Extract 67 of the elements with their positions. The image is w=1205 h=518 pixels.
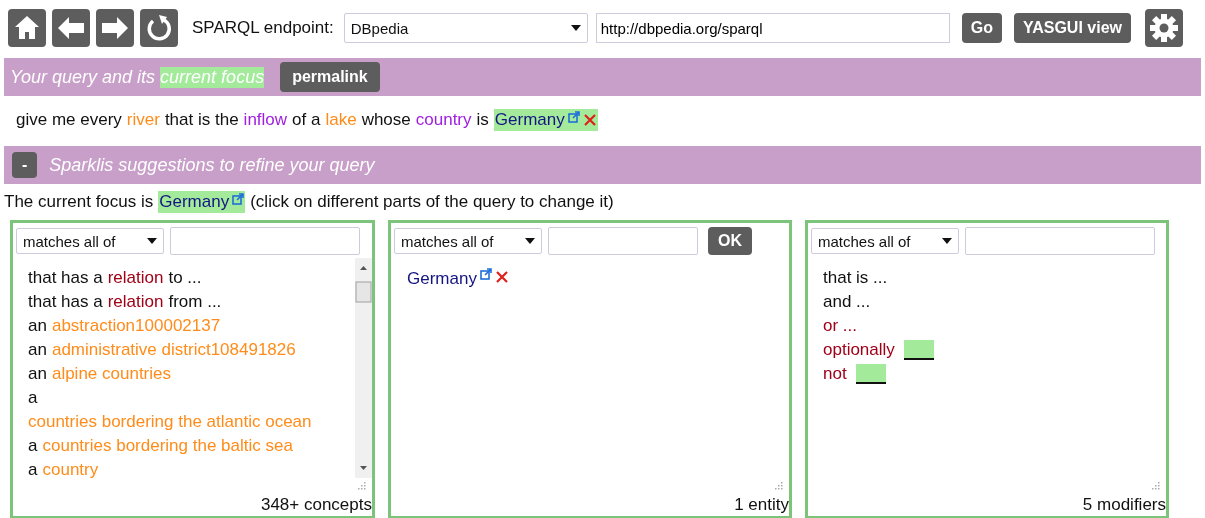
endpoint-label: SPARQL endpoint:: [192, 18, 334, 38]
filter-field[interactable]: [170, 227, 360, 255]
close-icon[interactable]: [494, 270, 509, 284]
property-link[interactable]: inflow: [243, 110, 288, 130]
property-link[interactable]: country: [415, 110, 472, 130]
query-text: from ...: [168, 291, 222, 313]
query-text: and ...: [823, 291, 871, 313]
result-count: 1 entity: [733, 494, 789, 516]
resize-grip-icon: [1150, 482, 1160, 492]
external-link-icon[interactable]: [232, 193, 245, 205]
relation-link[interactable]: or ...: [823, 314, 857, 338]
query-text: that is ...: [823, 267, 888, 289]
query-text: of a: [292, 110, 321, 130]
close-icon[interactable]: [582, 113, 597, 127]
dropdown-caret-icon: [570, 25, 581, 31]
section-title: Sparklis suggestions to refine your query: [49, 154, 375, 176]
match-mode-select[interactable]: matches all of: [16, 228, 164, 254]
entity-link[interactable]: Germany: [407, 267, 477, 291]
dropdown-caret-icon: [525, 238, 535, 244]
query-text: an: [28, 315, 47, 337]
query-text: (click on different parts of the query to change it): [250, 192, 614, 212]
query-text: an: [28, 363, 47, 385]
settings-icon[interactable]: [1145, 9, 1183, 47]
filter-field[interactable]: [965, 227, 1155, 255]
query-text: to ...: [168, 267, 202, 289]
query-text: whose: [361, 110, 411, 130]
endpoint-url-field[interactable]: http://dbpedia.org/sparql: [595, 13, 950, 43]
relation-link[interactable]: not: [823, 362, 847, 386]
query-text: is: [476, 110, 489, 130]
external-link-icon[interactable]: [479, 268, 492, 280]
query-text: that has a: [28, 267, 103, 289]
match-mode-select[interactable]: matches all of: [811, 228, 959, 254]
query-text: a: [28, 459, 38, 481]
collapse-button[interactable]: -: [12, 152, 38, 178]
query-text: that has a: [28, 291, 103, 313]
query-text: give me every: [16, 110, 122, 130]
match-mode-select[interactable]: matches all of: [394, 228, 542, 254]
query-text: that is the: [164, 110, 239, 130]
endpoint-select[interactable]: DBpedia: [343, 13, 588, 43]
entity-link[interactable]: Germany: [494, 110, 565, 130]
relation-link[interactable]: relation: [107, 290, 164, 314]
toolbar-button[interactable]: Go: [961, 13, 1002, 43]
dropdown-caret-icon: [942, 238, 952, 244]
query-text: a: [28, 435, 38, 457]
filter-field[interactable]: [548, 227, 698, 255]
relation-link[interactable]: optionally: [823, 338, 895, 362]
dropdown-caret-icon: [147, 238, 157, 244]
query-text: an: [28, 339, 47, 361]
entity-link[interactable]: Germany: [159, 192, 230, 212]
scrollbar[interactable]: [355, 258, 372, 478]
external-link-icon[interactable]: [567, 111, 580, 123]
resize-grip-icon: [356, 482, 366, 492]
permalink-button[interactable]: permalink: [280, 62, 380, 92]
query-text: The current focus is: [4, 192, 154, 212]
result-count: 348+ concepts: [259, 494, 372, 516]
blank-slot[interactable]: [903, 340, 934, 360]
resize-grip-icon: [773, 482, 783, 492]
query-text: a: [28, 387, 38, 409]
refresh-icon[interactable]: [140, 9, 178, 47]
ok-button[interactable]: OK: [708, 227, 752, 255]
blank-slot[interactable]: [855, 364, 886, 384]
toolbar-button[interactable]: YASGUI view: [1014, 13, 1131, 43]
focus-label: current focus: [160, 66, 265, 88]
home-icon[interactable]: [8, 9, 46, 47]
section-title: Your query and its: [10, 66, 156, 88]
relation-link[interactable]: relation: [107, 266, 164, 290]
result-count: 5 modifiers: [1081, 494, 1166, 516]
